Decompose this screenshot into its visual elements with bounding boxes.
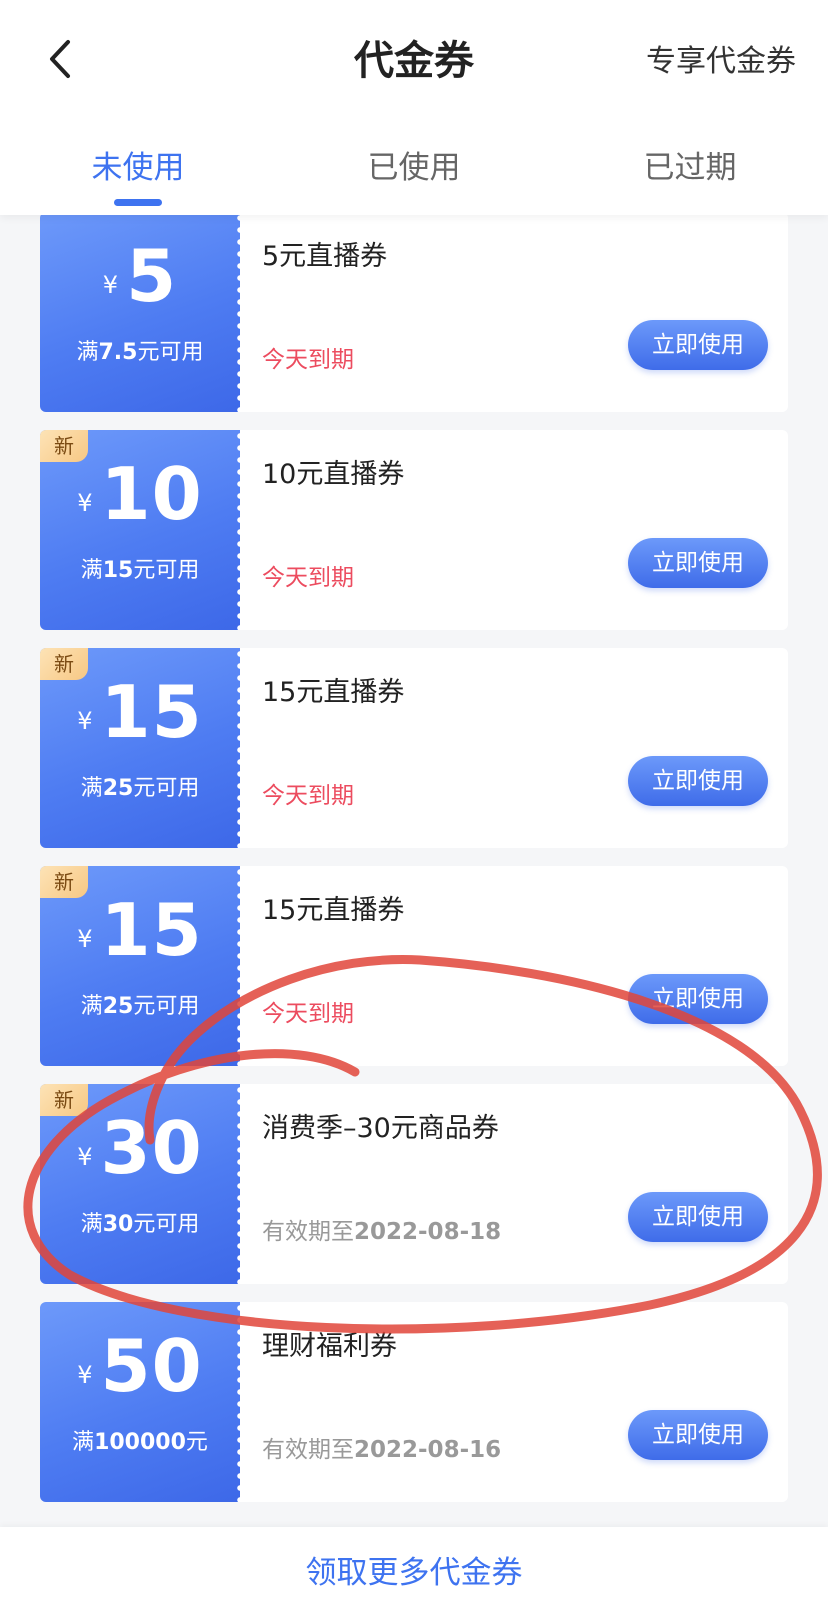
coupon-name: 理财福利券 [262,1331,397,1362]
amount-value: 50 [100,1324,203,1408]
coupon-name: 5元直播券 [262,241,388,272]
condition-value: 15 [102,558,134,583]
nav-header: 代金券 专享代金券 未使用 已使用 已过期 [0,0,828,215]
condition-suffix: 元 [185,1430,208,1455]
condition-suffix: 元可用 [133,776,200,801]
condition-suffix: 元可用 [133,558,200,583]
coupon-info-panel: 10元直播券 今天到期 立即使用 [240,430,788,630]
coupon-value-panel: 新 ¥15 满25元可用 [40,648,240,848]
expiry-prefix: 有效期至 [262,1219,354,1245]
currency-symbol: ¥ [77,925,93,953]
tab-active-indicator [114,199,162,206]
coupon-card[interactable]: 新 ¥15 满25元可用 15元直播券 今天到期 立即使用 [40,648,788,848]
coupon-expiry: 有效期至2022-08-16 [262,1430,501,1464]
coupon-name: 15元直播券 [262,895,405,926]
condition-value: 25 [102,994,134,1019]
condition-prefix: 满 [72,1430,95,1455]
amount-value: 15 [100,670,203,754]
tab-bar: 未使用 已使用 已过期 [0,128,828,206]
coupon-name: 10元直播券 [262,459,405,490]
coupon-condition: 满7.5元可用 [40,334,240,366]
use-now-button[interactable]: 立即使用 [628,320,768,370]
use-now-button[interactable]: 立即使用 [628,1192,768,1242]
expiry-date: 2022-08-18 [354,1219,502,1245]
coupon-card[interactable]: 新 ¥30 满30元可用 消费季–30元商品券 有效期至2022-08-18 立… [40,1084,788,1284]
coupon-amount: ¥50 [40,1324,240,1408]
coupon-list[interactable]: ¥5 满7.5元可用 5元直播券 今天到期 立即使用 新 ¥10 满15元可用 [0,215,828,1527]
currency-symbol: ¥ [77,1143,93,1171]
coupon-condition: 满30元可用 [40,1206,240,1238]
coupon-amount: ¥15 [40,670,240,754]
condition-suffix: 元可用 [133,994,200,1019]
coupon-amount: ¥15 [40,888,240,972]
currency-symbol: ¥ [102,271,119,299]
coupon-card[interactable]: 新 ¥15 满25元可用 15元直播券 今天到期 立即使用 [40,866,788,1066]
condition-value: 100000 [94,1430,186,1455]
footer-bar: 领取更多代金券 [0,1527,828,1612]
use-now-button[interactable]: 立即使用 [628,538,768,588]
condition-suffix: 元可用 [137,340,204,365]
coupon-info-panel: 消费季–30元商品券 有效期至2022-08-18 立即使用 [240,1084,788,1284]
condition-prefix: 满 [80,776,103,801]
condition-prefix: 满 [80,1212,103,1237]
use-now-button[interactable]: 立即使用 [628,756,768,806]
condition-prefix: 满 [80,994,103,1019]
get-more-coupons-link[interactable]: 领取更多代金券 [0,1527,828,1592]
currency-symbol: ¥ [77,489,93,517]
amount-value: 30 [100,1106,203,1190]
amount-value: 10 [100,452,203,536]
condition-suffix: 元可用 [133,1212,200,1237]
coupon-info-panel: 理财福利券 有效期至2022-08-16 立即使用 [240,1302,788,1502]
expiry-prefix: 有效期至 [262,1437,354,1463]
coupon-condition: 满100000元 [40,1424,240,1456]
condition-value: 25 [102,776,134,801]
currency-symbol: ¥ [77,707,93,735]
tab-label: 已使用 [367,150,461,186]
coupon-expiry: 有效期至2022-08-18 [262,1212,501,1246]
coupon-value-panel: ¥50 满100000元 [40,1302,240,1502]
expiry-date: 2022-08-16 [354,1437,502,1463]
tab-label: 未使用 [91,150,185,186]
amount-value: 15 [100,888,203,972]
tab-label: 已过期 [643,150,737,186]
coupon-amount: ¥5 [40,234,240,318]
use-now-button[interactable]: 立即使用 [628,1410,768,1460]
coupon-card[interactable]: 新 ¥10 满15元可用 10元直播券 今天到期 立即使用 [40,430,788,630]
coupon-expiry: 今天到期 [262,347,354,373]
coupon-value-panel: 新 ¥10 满15元可用 [40,430,240,630]
coupon-card[interactable]: ¥5 满7.5元可用 5元直播券 今天到期 立即使用 [40,215,788,412]
coupon-amount: ¥30 [40,1106,240,1190]
coupon-expiry: 今天到期 [262,783,354,809]
coupon-condition: 满25元可用 [40,988,240,1020]
coupon-card[interactable]: ¥50 满100000元 理财福利券 有效期至2022-08-16 立即使用 [40,1302,788,1502]
condition-prefix: 满 [80,558,103,583]
tab-expired[interactable]: 已过期 [552,128,828,206]
coupon-name: 消费季–30元商品券 [262,1113,499,1144]
coupon-value-panel: 新 ¥30 满30元可用 [40,1084,240,1284]
coupon-value-panel: ¥5 满7.5元可用 [40,215,240,412]
coupon-condition: 满15元可用 [40,552,240,584]
use-now-button[interactable]: 立即使用 [628,974,768,1024]
coupon-expiry: 今天到期 [262,565,354,591]
currency-symbol: ¥ [77,1361,93,1389]
condition-value: 30 [102,1212,134,1237]
coupon-name: 15元直播券 [262,677,405,708]
amount-value: 5 [126,234,178,318]
coupon-value-panel: 新 ¥15 满25元可用 [40,866,240,1066]
back-button[interactable] [40,34,80,84]
coupon-info-panel: 15元直播券 今天到期 立即使用 [240,648,788,848]
condition-value: 7.5 [98,340,138,365]
coupon-info-panel: 15元直播券 今天到期 立即使用 [240,866,788,1066]
condition-prefix: 满 [76,340,99,365]
chevron-left-icon[interactable] [47,39,73,79]
tab-unused[interactable]: 未使用 [0,128,276,206]
coupon-condition: 满25元可用 [40,770,240,802]
coupon-amount: ¥10 [40,452,240,536]
tab-used[interactable]: 已使用 [276,128,552,206]
coupon-info-panel: 5元直播券 今天到期 立即使用 [240,215,788,412]
exclusive-coupons-link[interactable]: 专享代金券 [646,36,796,80]
coupon-expiry: 今天到期 [262,1001,354,1027]
